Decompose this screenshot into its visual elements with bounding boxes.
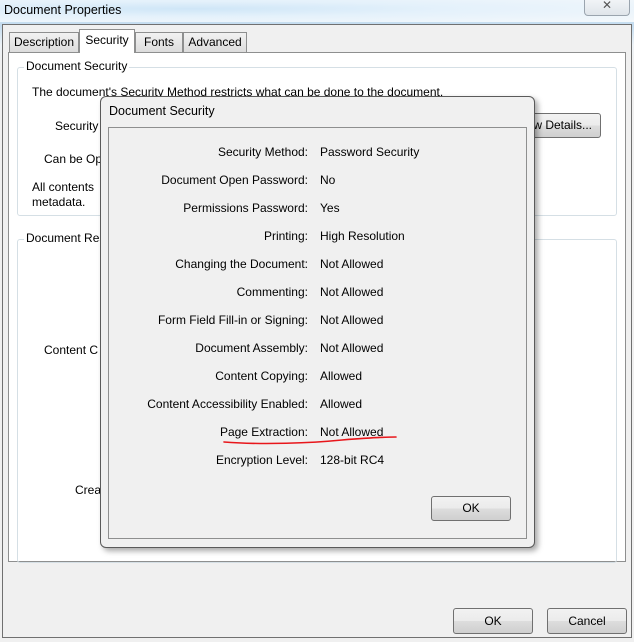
- security-row: Document Assembly: Not Allowed: [109, 341, 526, 357]
- security-row: Commenting: Not Allowed: [109, 285, 526, 301]
- can-be-opened-label: Can be Op: [44, 152, 103, 166]
- row-value: Password Security: [320, 145, 420, 159]
- close-button[interactable]: ✕: [584, 0, 630, 16]
- metadata-text: metadata.: [32, 195, 86, 209]
- modal-content: Security Method: Password Security Docum…: [108, 127, 527, 539]
- row-value: Not Allowed: [320, 341, 384, 355]
- row-label: Printing:: [263, 229, 308, 243]
- tab-label: Description: [13, 35, 75, 49]
- row-value: Not Allowed: [320, 313, 384, 327]
- security-row: Permissions Password: Yes: [109, 201, 526, 217]
- all-contents-text: All contents: [32, 180, 95, 194]
- row-label: Encryption Level:: [215, 453, 308, 467]
- row-value: No: [320, 173, 336, 187]
- window-title: Document Properties: [4, 3, 122, 17]
- red-underline-annotation: [223, 436, 397, 445]
- row-value: Allowed: [320, 369, 363, 383]
- tab-label: Security: [85, 33, 129, 47]
- tab-description[interactable]: Description: [9, 32, 79, 52]
- button-label: Cancel: [568, 614, 606, 628]
- tab-label: Fonts: [143, 35, 174, 49]
- footer-cancel-button[interactable]: Cancel: [547, 608, 627, 634]
- security-row: Printing: High Resolution: [109, 229, 526, 245]
- group-title: Document Res: [24, 231, 108, 245]
- security-row: Document Open Password: No: [109, 173, 526, 189]
- security-row: Content Copying: Allowed: [109, 369, 526, 385]
- tab-security[interactable]: Security: [79, 29, 135, 53]
- creation-label: Crea: [75, 483, 102, 497]
- row-label: Commenting:: [236, 285, 308, 299]
- content-copying-label: Content C: [44, 343, 99, 357]
- row-value: Allowed: [320, 397, 363, 411]
- button-label: w Details...: [533, 118, 592, 132]
- row-label: Content Accessibility Enabled:: [147, 397, 308, 411]
- row-value: Not Allowed: [320, 257, 384, 271]
- tab-label: Advanced: [188, 35, 242, 49]
- row-label: Document Open Password:: [161, 173, 308, 187]
- tab-advanced[interactable]: Advanced: [183, 32, 247, 52]
- row-label: Security Method:: [217, 145, 308, 159]
- security-row: Form Field Fill-in or Signing: Not Allow…: [109, 313, 526, 329]
- security-method-label: Security: [55, 119, 99, 133]
- button-label: OK: [462, 501, 480, 515]
- row-label: Permissions Password:: [183, 201, 308, 215]
- security-row: Changing the Document: Not Allowed: [109, 257, 526, 273]
- footer-ok-button[interactable]: OK: [453, 608, 533, 634]
- row-value: High Resolution: [320, 229, 405, 243]
- tab-fonts[interactable]: Fonts: [135, 32, 183, 52]
- modal-ok-button[interactable]: OK: [431, 496, 511, 521]
- close-x-icon: ✕: [601, 0, 613, 12]
- row-value: 128-bit RC4: [320, 453, 385, 467]
- security-row: Security Method: Password Security: [109, 145, 526, 161]
- row-label: Content Copying:: [215, 369, 308, 383]
- row-label: Changing the Document:: [175, 257, 308, 271]
- row-value: Not Allowed: [320, 285, 384, 299]
- row-label: Document Assembly:: [195, 341, 308, 355]
- modal-title: Document Security: [109, 104, 215, 118]
- button-label: OK: [484, 614, 502, 628]
- group-title: Document Security: [24, 59, 130, 73]
- window-title-bar: Document Properties ✕: [0, 0, 634, 22]
- security-row: Encryption Level: 128-bit RC4: [109, 453, 526, 469]
- row-value: Yes: [320, 201, 340, 215]
- security-row: Content Accessibility Enabled: Allowed: [109, 397, 526, 413]
- row-label: Form Field Fill-in or Signing:: [157, 313, 308, 327]
- document-security-modal: Document Security Security Method: Passw…: [100, 96, 535, 548]
